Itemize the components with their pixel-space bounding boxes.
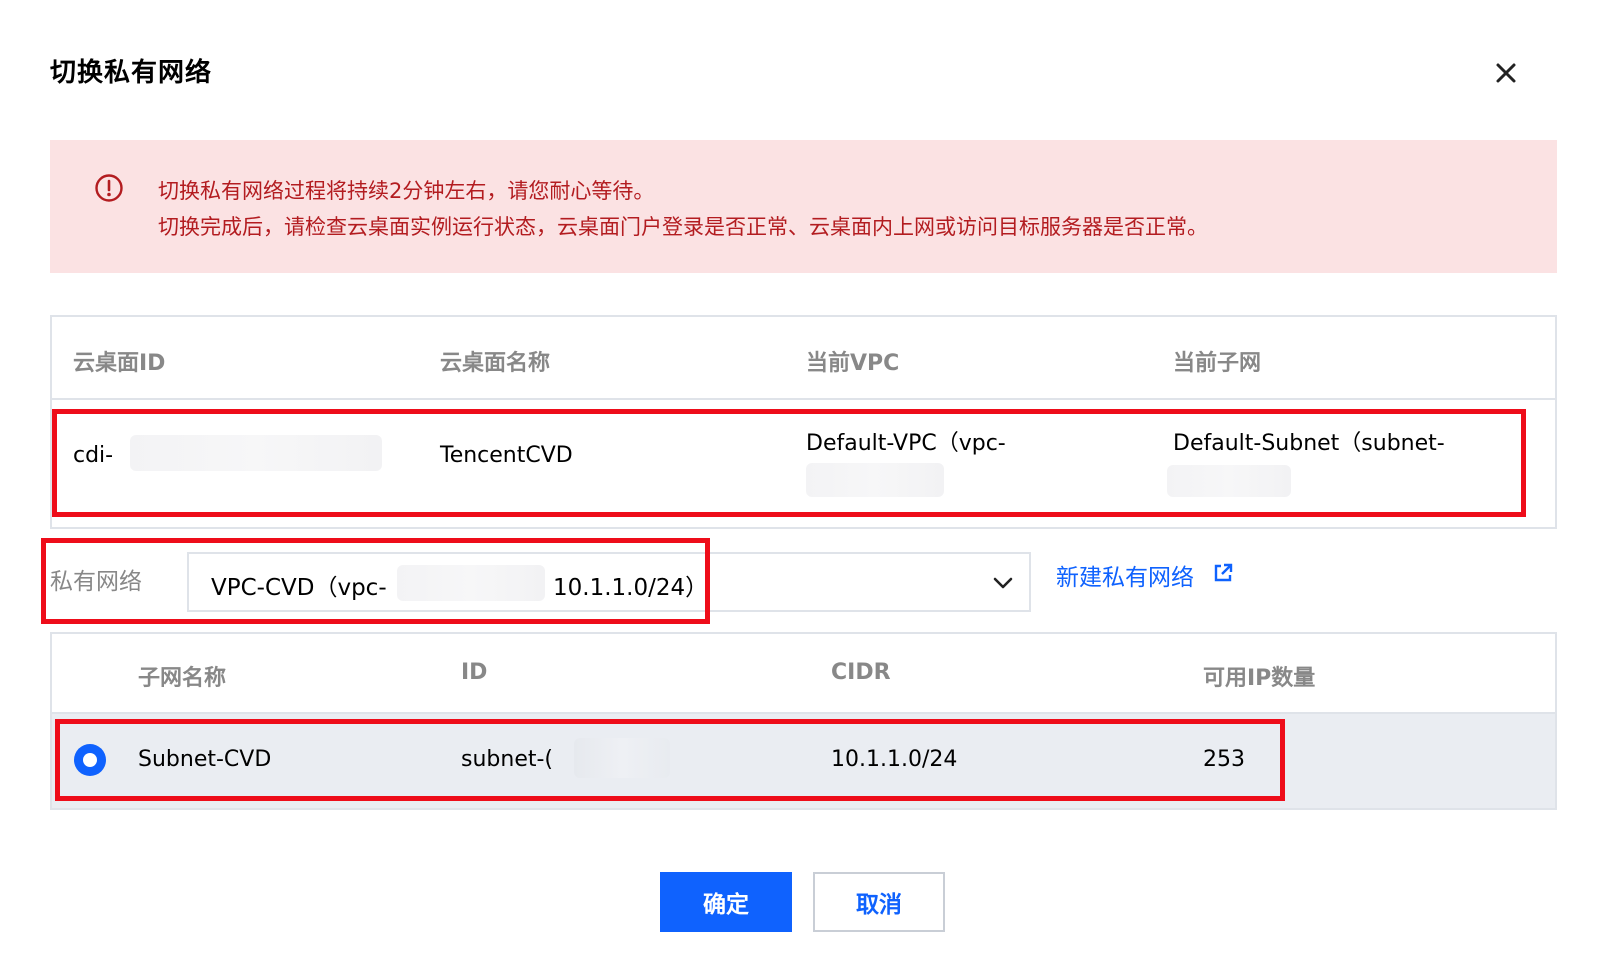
subnet-radio[interactable] (74, 744, 106, 776)
cancel-button[interactable]: 取消 (813, 872, 945, 932)
header-subnet-id: ID (461, 660, 488, 685)
header-current-subnet: 当前子网 (1173, 351, 1262, 376)
vpc-select[interactable]: VPC-CVD（vpc- 10.1.1.0/24） (187, 552, 1031, 612)
warning-alert: 切换私有网络过程将持续2分钟左右，请您耐心等待。 切换完成后，请检查云桌面实例运… (50, 140, 1557, 273)
close-icon[interactable] (1491, 58, 1521, 88)
redacted-vpc-id (806, 463, 944, 497)
header-current-vpc: 当前VPC (806, 351, 900, 376)
header-cidr: CIDR (831, 660, 891, 685)
vpc-select-cidr: 10.1.1.0/24） (553, 575, 709, 601)
subnet-cidr: 10.1.1.0/24 (831, 747, 958, 772)
header-desktop-name: 云桌面名称 (440, 351, 551, 376)
redacted-vpc-select-id (397, 565, 545, 601)
table-row[interactable]: Subnet-CVD subnet-( 10.1.1.0/24 253 (52, 714, 1555, 808)
header-available-ips: 可用IP数量 (1203, 666, 1316, 691)
table-header: 云桌面ID 云桌面名称 当前VPC 当前子网 (52, 317, 1555, 400)
redacted-subnet-row-id (574, 738, 670, 778)
alert-line-1: 切换私有网络过程将持续2分钟左右，请您耐心等待。 (158, 179, 655, 203)
alert-line-2: 切换完成后，请检查云桌面实例运行状态，云桌面门户登录是否正常、云桌面内上网或访问… (158, 215, 1208, 239)
current-subnet: Default-Subnet（subnet- (1173, 431, 1445, 456)
chevron-down-icon (992, 574, 1014, 592)
desktop-name: TencentCVD (440, 443, 573, 468)
subnet-available-ips: 253 (1203, 747, 1245, 772)
current-desktop-table: 云桌面ID 云桌面名称 当前VPC 当前子网 cdi- TencentCVD D… (50, 315, 1557, 529)
external-link-icon[interactable] (1212, 562, 1234, 584)
confirm-button[interactable]: 确定 (660, 872, 792, 932)
header-subnet-name: 子网名称 (138, 666, 227, 691)
vpc-select-value: VPC-CVD（vpc- (211, 575, 387, 601)
redacted-subnet-id (1167, 465, 1291, 497)
exclamation-circle-icon (94, 173, 124, 203)
vpc-label: 私有网络 (50, 569, 142, 595)
new-vpc-link[interactable]: 新建私有网络 (1056, 558, 1194, 592)
subnet-id: subnet-( (461, 747, 553, 772)
redacted-id (130, 435, 382, 471)
header-desktop-id: 云桌面ID (73, 351, 166, 376)
subnet-name: Subnet-CVD (138, 747, 272, 772)
alert-message: 切换私有网络过程将持续2分钟左右，请您耐心等待。 切换完成后，请检查云桌面实例运… (158, 173, 1208, 245)
subnet-table: 子网名称 ID CIDR 可用IP数量 Subnet-CVD subnet-( … (50, 632, 1557, 810)
switch-vpc-dialog: 切换私有网络 切换私有网络过程将持续2分钟左右，请您耐心等待。 切换完成后，请检… (0, 0, 1600, 974)
current-vpc: Default-VPC（vpc- (806, 431, 1006, 456)
table-header: 子网名称 ID CIDR 可用IP数量 (52, 634, 1555, 714)
dialog-title: 切换私有网络 (50, 58, 213, 88)
desktop-id: cdi- (73, 443, 114, 468)
